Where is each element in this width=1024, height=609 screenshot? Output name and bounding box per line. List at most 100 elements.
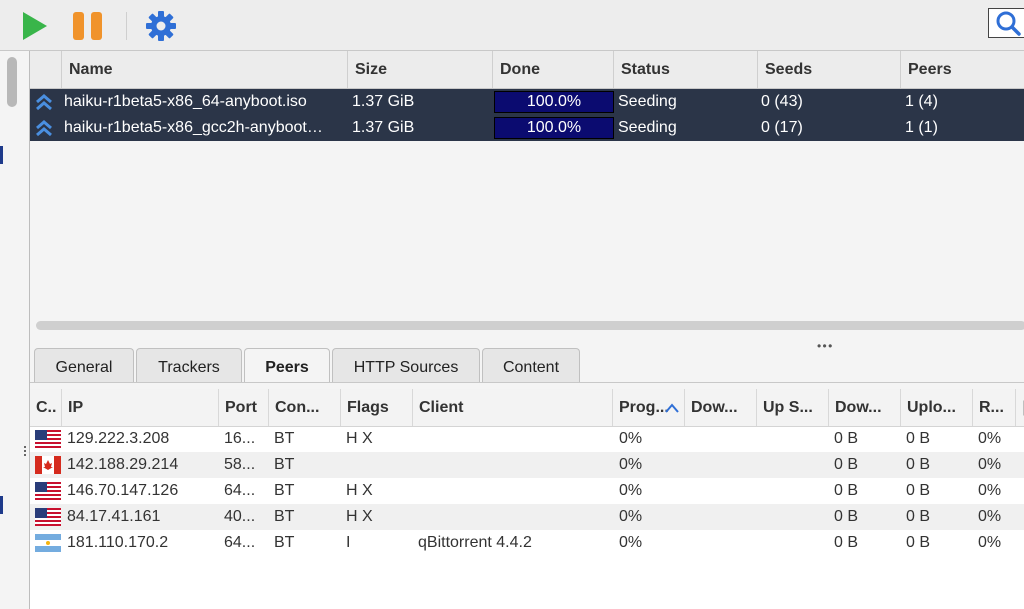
torrent-list-header: Name Size Done Status Seeds Peers (30, 51, 1024, 89)
peer-port: 16... (224, 430, 256, 447)
peer-downloaded: 0 B (834, 456, 859, 473)
peer-row[interactable]: 129.222.3.208 16... BT H X 0% 0 B 0 B 0% (30, 426, 1024, 452)
column-peers[interactable]: Peers (900, 51, 1024, 88)
options-button[interactable] (143, 8, 179, 44)
sidebar-collapsed (0, 51, 30, 609)
sidebar-selection-marker (0, 496, 3, 514)
column-name[interactable]: Name (61, 51, 347, 88)
torrent-seeds: 0 (17) (761, 119, 803, 136)
peer-client (418, 478, 608, 504)
torrent-size: 1.37 GiB (352, 93, 415, 110)
torrent-list-horizontal-scrollbar[interactable] (30, 319, 1024, 333)
peer-uploaded: 0 B (906, 534, 931, 551)
resume-button[interactable] (16, 8, 52, 44)
column-flags[interactable]: Flags (340, 389, 412, 426)
column-overflow: | (1015, 389, 1024, 426)
column-progress-label: Prog... (619, 399, 669, 416)
peer-flags: H X (346, 508, 373, 525)
peer-row[interactable]: 84.17.41.161 40... BT H X 0% 0 B 0 B 0% (30, 504, 1024, 530)
gear-icon (146, 11, 176, 41)
peer-progress: 0% (619, 456, 643, 473)
peer-progress: 0% (619, 482, 643, 499)
torrent-progress-bar: 100.0% (494, 91, 614, 113)
sidebar-resize-handle[interactable] (24, 446, 28, 456)
column-download-speed[interactable]: Dow... (684, 389, 756, 426)
peer-relevance: 0% (978, 430, 1002, 447)
tab-peers[interactable]: Peers (244, 348, 330, 382)
column-size[interactable]: Size (347, 51, 492, 88)
peer-connection: BT (274, 482, 295, 499)
pause-icon (73, 12, 102, 40)
column-done[interactable]: Done (492, 51, 613, 88)
pause-button[interactable] (70, 8, 106, 44)
peer-downloaded: 0 B (834, 482, 859, 499)
peer-flags: I (346, 534, 351, 551)
horizontal-scrollbar-thumb[interactable] (36, 321, 1024, 330)
peer-port: 40... (224, 508, 256, 525)
peer-progress: 0% (619, 430, 643, 447)
detail-tabs: General Trackers Peers HTTP Sources Cont… (30, 348, 1024, 382)
column-uploaded[interactable]: Uplo... (900, 389, 972, 426)
peer-flags: H X (346, 430, 373, 447)
torrent-status: Seeding (618, 119, 677, 136)
sidebar-selection-marker (0, 146, 3, 164)
column-relevance[interactable]: R... (972, 389, 1015, 426)
peer-relevance: 0% (978, 456, 1002, 473)
peer-client (418, 452, 608, 478)
peer-ip: 146.70.147.126 (67, 482, 179, 499)
peer-connection: BT (274, 508, 295, 525)
seeding-priority-icon (36, 94, 52, 111)
column-client[interactable]: Client (412, 389, 612, 426)
peer-row[interactable]: 146.70.147.126 64... BT H X 0% 0 B 0 B 0… (30, 478, 1024, 504)
peer-port: 64... (224, 482, 256, 499)
sidebar-scrollbar[interactable] (7, 57, 17, 107)
peer-ip: 129.222.3.208 (67, 430, 170, 447)
torrent-row[interactable]: haiku-r1beta5-x86_gcc2h-anyboot… 1.37 Gi… (30, 115, 1024, 141)
peer-client (418, 426, 608, 452)
column-connection[interactable]: Con... (268, 389, 340, 426)
peer-row[interactable]: 181.110.170.2 64... BT I qBittorrent 4.4… (30, 530, 1024, 556)
peer-uploaded: 0 B (906, 482, 931, 499)
peer-ip: 142.188.29.214 (67, 456, 179, 473)
peers-table: C.. IP Port Con... Flags Client Prog... … (30, 389, 1024, 609)
peer-uploaded: 0 B (906, 430, 931, 447)
column-progress[interactable]: Prog... (612, 389, 684, 426)
peer-client: qBittorrent 4.4.2 (418, 534, 532, 551)
peer-connection: BT (274, 430, 295, 447)
peer-port: 58... (224, 456, 256, 473)
peers-table-header: C.. IP Port Con... Flags Client Prog... … (30, 389, 1024, 427)
torrent-row[interactable]: haiku-r1beta5-x86_64-anyboot.iso 1.37 Gi… (30, 89, 1024, 115)
search-input[interactable] (988, 8, 1024, 38)
peer-flags (346, 452, 410, 478)
flag-ca-icon (35, 456, 61, 474)
peer-client (418, 504, 608, 530)
toolbar (0, 0, 1024, 51)
column-ip[interactable]: IP (61, 389, 218, 426)
torrent-seeds: 0 (43) (761, 93, 803, 110)
torrent-status: Seeding (618, 93, 677, 110)
toolbar-separator (126, 12, 127, 40)
torrent-done: 100.0% (526, 93, 582, 110)
column-downloaded[interactable]: Dow... (828, 389, 900, 426)
torrent-progress-bar: 100.0% (494, 117, 614, 139)
peer-downloaded: 0 B (834, 430, 859, 447)
tab-content[interactable]: Content (482, 348, 580, 382)
column-seeds[interactable]: Seeds (757, 51, 900, 88)
column-port[interactable]: Port (218, 389, 268, 426)
peer-row[interactable]: 142.188.29.214 58... BT 0% 0 B 0 B 0% (30, 452, 1024, 478)
torrent-list: Name Size Done Status Seeds Peers haiku-… (30, 51, 1024, 321)
tab-general[interactable]: General (34, 348, 134, 382)
column-country[interactable]: C.. (30, 389, 61, 426)
search-icon (996, 11, 1021, 36)
tab-http-sources[interactable]: HTTP Sources (332, 348, 480, 382)
peer-progress: 0% (619, 534, 643, 551)
peer-progress: 0% (619, 508, 643, 525)
peer-ip: 181.110.170.2 (67, 534, 169, 551)
tab-trackers[interactable]: Trackers (136, 348, 242, 382)
play-icon (23, 12, 47, 40)
column-status[interactable]: Status (613, 51, 757, 88)
peer-relevance: 0% (978, 534, 1002, 551)
torrent-peers: 1 (4) (905, 93, 938, 110)
column-upload-speed[interactable]: Up S... (756, 389, 828, 426)
torrent-size: 1.37 GiB (352, 119, 415, 136)
